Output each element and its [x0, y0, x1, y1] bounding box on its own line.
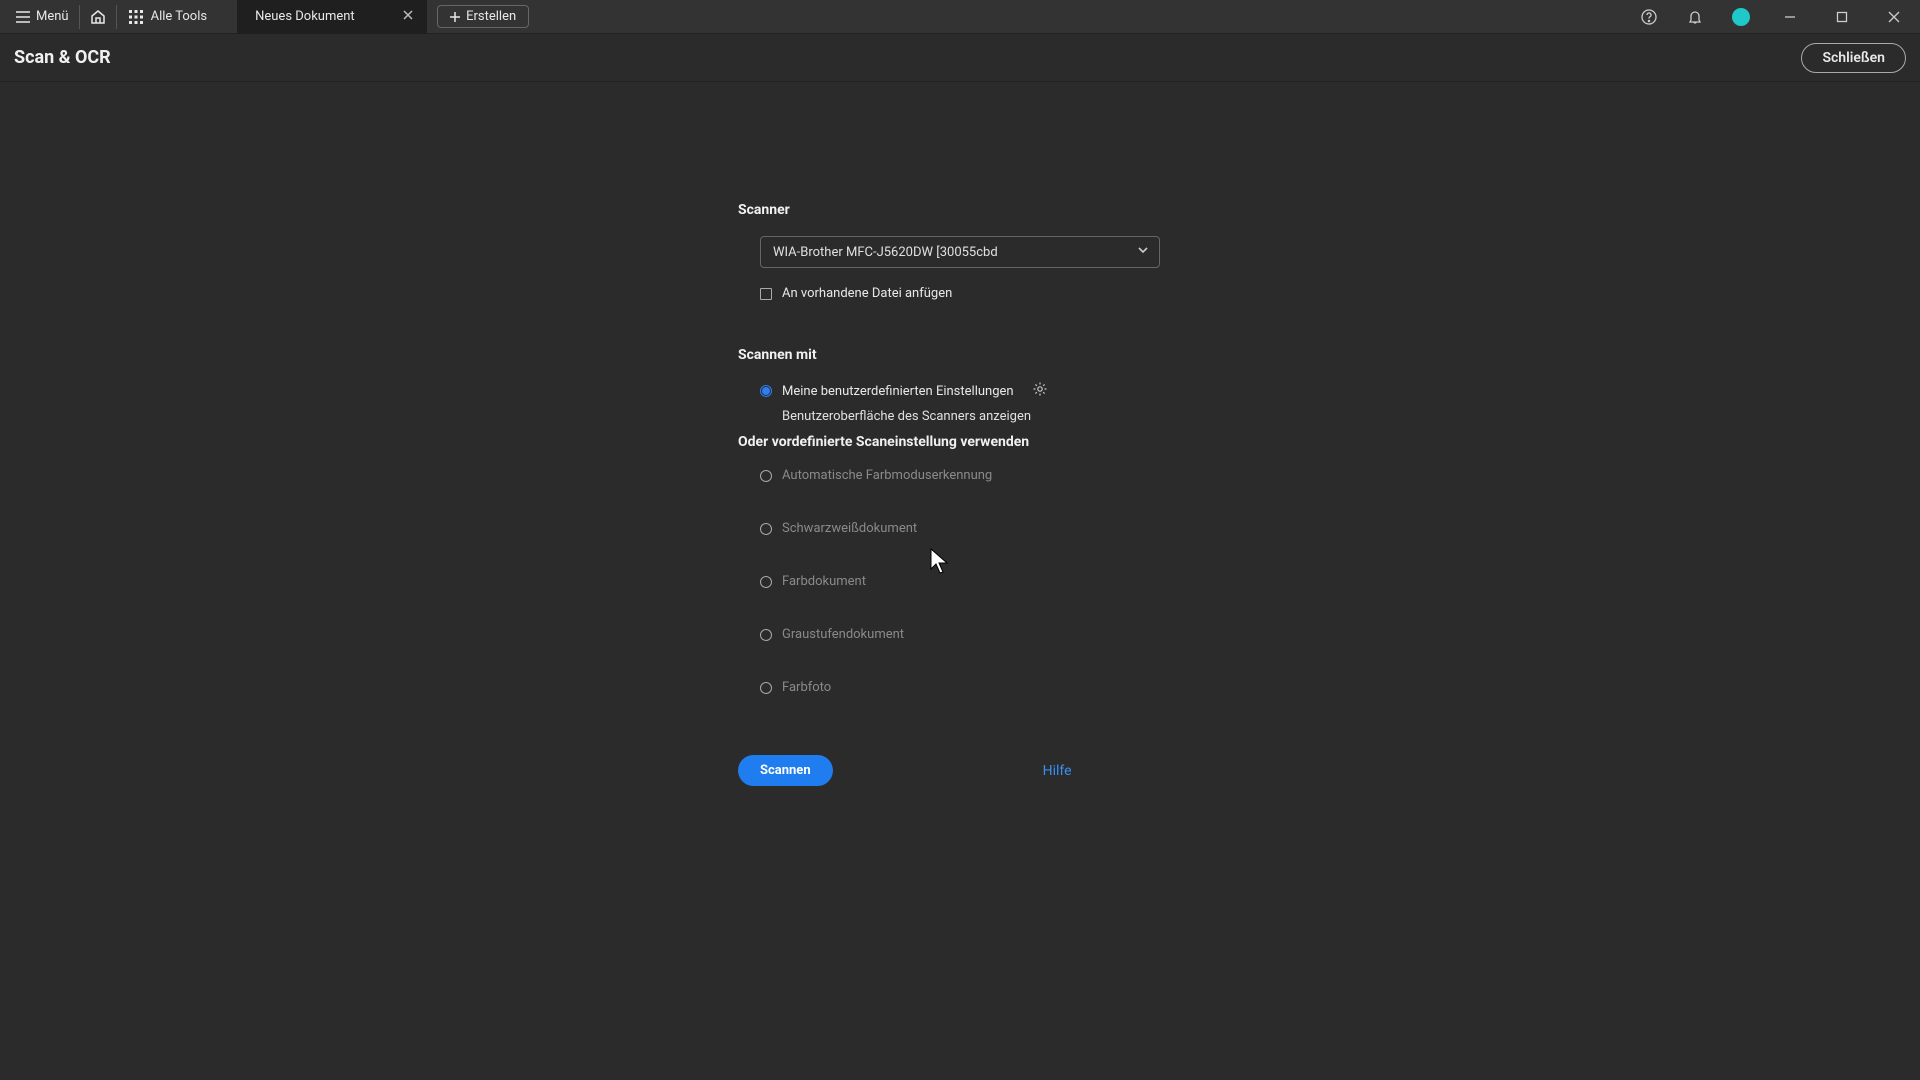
radio-color-photo-input[interactable] [760, 682, 772, 694]
scanner-section-label: Scanner [738, 202, 1298, 218]
custom-settings-subtext: Benutzeroberfläche des Scanners anzeigen [782, 409, 1298, 424]
grid-icon [129, 10, 143, 24]
close-panel-button[interactable]: Schließen [1801, 43, 1906, 73]
radio-auto-color[interactable]: Automatische Farbmoduserkennung [760, 468, 1298, 483]
titlebar-left: Menü Alle Tools [6, 5, 219, 29]
close-icon [403, 10, 413, 20]
radio-bw-document-input[interactable] [760, 523, 772, 535]
avatar-icon [1732, 8, 1750, 26]
tab-close-button[interactable] [403, 9, 413, 24]
radio-grayscale-document-label: Graustufendokument [782, 627, 904, 642]
all-tools-button[interactable]: Alle Tools [117, 5, 220, 29]
radio-grayscale-document[interactable]: Graustufendokument [760, 627, 1298, 642]
menu-button[interactable]: Menü [6, 5, 80, 29]
scan-form: Scanner WIA-Brother MFC-J5620DW [30055cb… [738, 202, 1298, 786]
preset-header: Oder vordefinierte Scaneinstellung verwe… [738, 434, 1298, 450]
toolbar: Scan & OCR Schließen [0, 34, 1920, 82]
help-button[interactable] [1632, 4, 1666, 30]
radio-grayscale-document-input[interactable] [760, 629, 772, 641]
scanner-select[interactable]: WIA-Brother MFC-J5620DW [30055cbd [760, 236, 1160, 268]
tab-title: Neues Dokument [255, 9, 355, 24]
help-link[interactable]: Hilfe [1043, 763, 1072, 779]
radio-auto-color-label: Automatische Farbmoduserkennung [782, 468, 992, 483]
radio-custom-settings-input[interactable] [760, 385, 772, 397]
radio-color-document-input[interactable] [760, 576, 772, 588]
radio-color-photo-label: Farbfoto [782, 680, 831, 695]
create-button[interactable]: Erstellen [437, 5, 529, 28]
plus-icon [450, 12, 460, 22]
maximize-icon [1836, 11, 1848, 23]
notifications-button[interactable] [1678, 4, 1712, 30]
radio-bw-document-label: Schwarzweißdokument [782, 521, 917, 536]
close-icon [1888, 11, 1900, 23]
window-minimize-button[interactable] [1770, 4, 1810, 30]
radio-custom-settings[interactable]: Meine benutzerdefinierten Einstellungen [760, 381, 1298, 401]
scanner-selected-value: WIA-Brother MFC-J5620DW [30055cbd [773, 245, 998, 260]
bell-icon [1687, 9, 1703, 25]
radio-color-document[interactable]: Farbdokument [760, 574, 1298, 589]
help-link-label: Hilfe [1043, 763, 1072, 779]
home-button[interactable] [80, 5, 117, 29]
radio-color-photo[interactable]: Farbfoto [760, 680, 1298, 695]
radio-color-document-label: Farbdokument [782, 574, 866, 589]
main-content: Scanner WIA-Brother MFC-J5620DW [30055cb… [0, 82, 1920, 786]
scan-button[interactable]: Scannen [738, 755, 833, 786]
home-icon [90, 9, 106, 25]
all-tools-label: Alle Tools [151, 9, 208, 24]
chevron-down-icon [1137, 244, 1149, 260]
create-label: Erstellen [466, 9, 516, 24]
scan-button-label: Scannen [760, 763, 811, 778]
window-close-button[interactable] [1874, 4, 1914, 30]
radio-custom-label: Meine benutzerdefinierten Einstellungen [782, 384, 1014, 399]
titlebar: Menü Alle Tools Neues Dokument Erstellen [0, 0, 1920, 34]
gear-icon [1032, 381, 1048, 397]
help-icon [1641, 9, 1657, 25]
scan-with-section-label: Scannen mit [738, 347, 1298, 363]
radio-auto-color-input[interactable] [760, 470, 772, 482]
append-checkbox-label: An vorhandene Datei anfügen [782, 286, 952, 301]
account-button[interactable] [1724, 4, 1758, 30]
hamburger-icon [16, 11, 30, 23]
close-panel-label: Schließen [1822, 50, 1885, 66]
minimize-icon [1784, 11, 1796, 23]
append-checkbox-row[interactable]: An vorhandene Datei anfügen [760, 286, 1298, 301]
page-title: Scan & OCR [14, 47, 111, 68]
document-tab[interactable]: Neues Dokument [237, 0, 427, 34]
menu-label: Menü [36, 9, 69, 24]
window-maximize-button[interactable] [1822, 4, 1862, 30]
custom-settings-gear-button[interactable] [1032, 381, 1048, 401]
append-checkbox[interactable] [760, 288, 772, 300]
form-button-row: Scannen Hilfe [738, 755, 1298, 786]
titlebar-right [1632, 4, 1914, 30]
radio-bw-document[interactable]: Schwarzweißdokument [760, 521, 1298, 536]
